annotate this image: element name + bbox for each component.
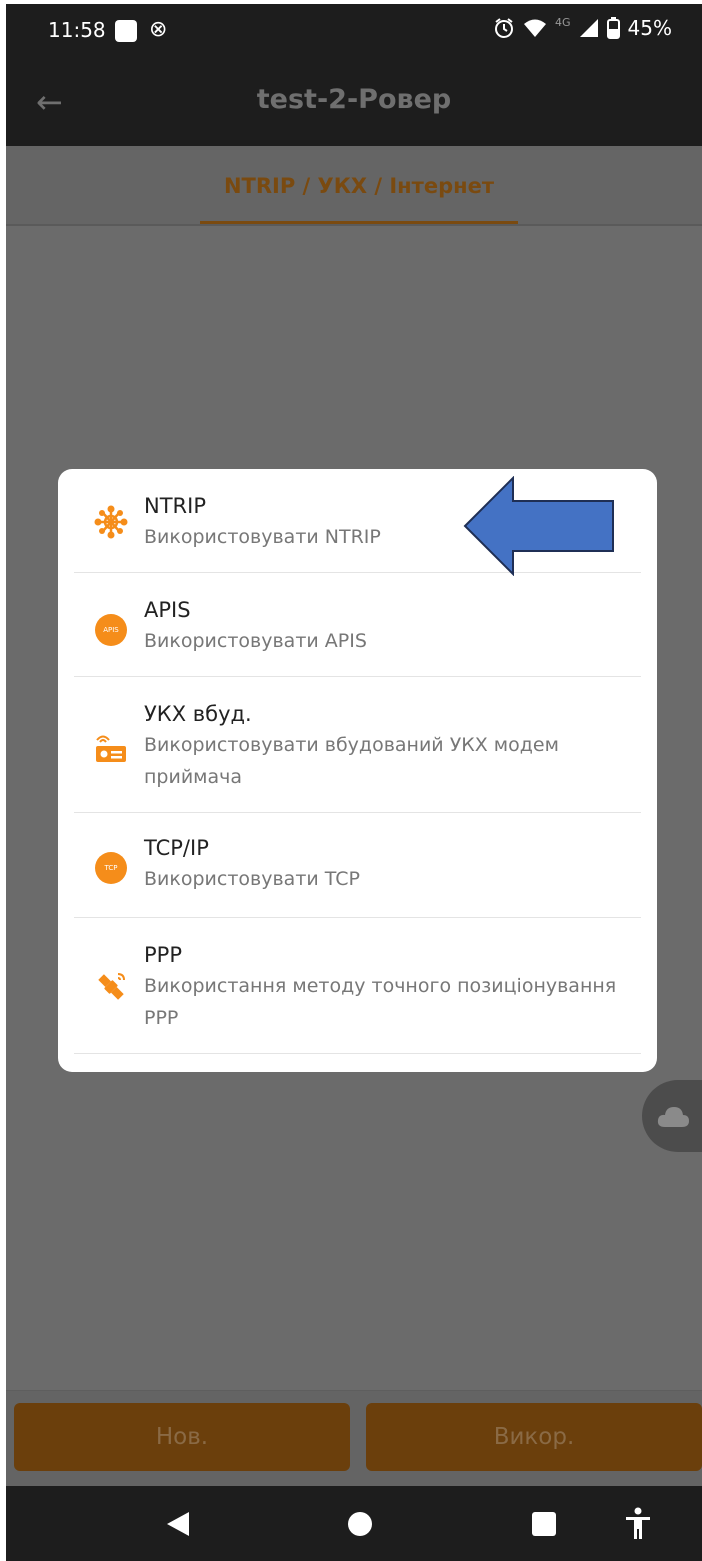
cloud-icon [657,1107,689,1127]
option-ppp[interactable]: PPP Використання методу точного позиціон… [74,918,641,1054]
radio-modem-icon [92,729,130,767]
tcp-badge-icon: TCP [92,849,130,887]
tab-ntrip-uhf-internet[interactable]: NTRIP / УКХ / Інтернет [200,146,518,224]
notification-icon [115,20,137,42]
bottom-actions: Нов. Викор. [6,1390,702,1487]
option-title: TCP/IP [144,836,209,860]
option-description: Використовувати APIS [144,630,367,652]
screen: 11:58 ⊗ 4G 45% ← test-2-Ровер NTRIP / УК… [6,4,702,1561]
option-description: Використовувати вбудований УКХ модем при… [144,734,559,788]
accessibility-icon[interactable] [616,1486,660,1561]
tcp-badge: TCP [95,852,127,884]
option-title: PPP [144,943,182,967]
option-uhf-internal[interactable]: УКХ вбуд. Використовувати вбудований УКХ… [74,677,641,813]
option-tcp-ip[interactable]: TCP TCP/IP Використовувати TCP [74,813,641,918]
use-button[interactable]: Викор. [366,1403,702,1471]
status-time: 11:58 [48,18,106,42]
alarm-icon [495,18,514,38]
battery-percent: 45% [627,16,672,40]
blocked-circle-icon: ⊗ [149,17,168,42]
cloud-float-button[interactable] [642,1080,702,1152]
new-button[interactable]: Нов. [14,1403,350,1471]
apis-badge: APIS [95,614,127,646]
app-bar: ← test-2-Ровер [6,60,702,146]
system-nav-bar [6,1486,702,1561]
option-description: Використовувати TCP [144,868,360,890]
apis-badge-icon: APIS [92,611,130,649]
network-nodes-icon [92,503,130,541]
wifi-icon [524,19,547,37]
annotation-arrow [463,476,614,576]
cell-signal-icon [579,19,598,37]
nav-home-icon[interactable] [338,1486,382,1561]
nav-recents-icon[interactable] [522,1486,566,1561]
satellite-icon [92,968,130,1006]
status-indicators: 4G 45% [493,16,672,40]
option-description: Використання методу точного позиціонуван… [144,975,617,1029]
tab-label: NTRIP / УКХ / Інтернет [223,174,495,198]
page-title: test-2-Ровер [256,84,452,115]
battery-icon [606,17,620,39]
option-title: УКХ вбуд. [144,702,252,726]
nav-back-icon[interactable] [156,1486,200,1561]
status-bar: 11:58 ⊗ 4G 45% [6,4,702,60]
option-title: APIS [144,598,191,622]
tab-bar: NTRIP / УКХ / Інтернет [6,146,702,226]
option-apis[interactable]: APIS APIS Використовувати APIS [74,573,641,677]
network-type: 4G [555,15,571,29]
